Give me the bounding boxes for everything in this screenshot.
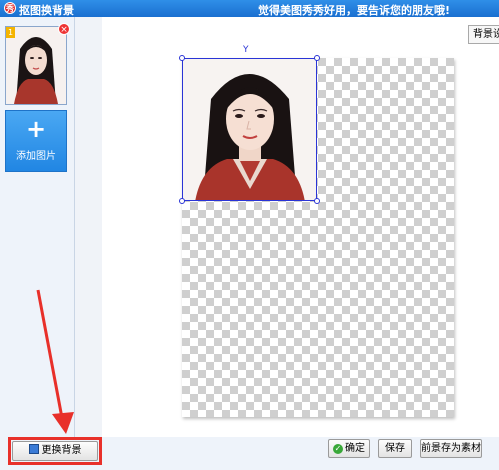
add-image-label: 添加图片: [16, 151, 56, 162]
remove-thumbnail-close-icon[interactable]: ×: [58, 23, 70, 35]
confirm-label: 确定: [345, 443, 365, 454]
app-logo-icon: 秀: [4, 2, 16, 14]
sidebar: 1 × + 添加图片: [0, 17, 75, 470]
thumbnail-index-badge: 1: [6, 27, 15, 38]
resize-handle-top-right[interactable]: [314, 55, 320, 61]
save-button[interactable]: 保存: [378, 439, 412, 458]
window-title: 抠图换背景: [19, 4, 74, 17]
rotate-handle[interactable]: Y: [243, 45, 249, 55]
title-slogan: 觉得美图秀秀好用，要告诉您的朋友哦!: [258, 4, 451, 17]
confirm-button[interactable]: ✓ 确定: [328, 439, 370, 458]
title-bar: 秀 抠图换背景 觉得美图秀秀好用，要告诉您的朋友哦!: [0, 0, 499, 17]
portrait-foreground-image: [183, 59, 316, 200]
background-settings-button[interactable]: 背景设: [468, 25, 499, 44]
check-icon: ✓: [333, 444, 343, 454]
resize-handle-top-left[interactable]: [179, 55, 185, 61]
resize-handle-bottom-left[interactable]: [179, 198, 185, 204]
foreground-image-selection[interactable]: [182, 58, 317, 201]
plus-icon: +: [25, 115, 47, 143]
add-image-button[interactable]: + 添加图片: [5, 110, 67, 172]
annotation-highlight-box: [8, 437, 102, 465]
image-thumbnail[interactable]: 1 ×: [5, 23, 70, 105]
resize-handle-bottom-right[interactable]: [314, 198, 320, 204]
thumbnail-portrait-image: [6, 27, 66, 104]
save-foreground-as-material-button[interactable]: 前景存为素材: [420, 439, 482, 458]
